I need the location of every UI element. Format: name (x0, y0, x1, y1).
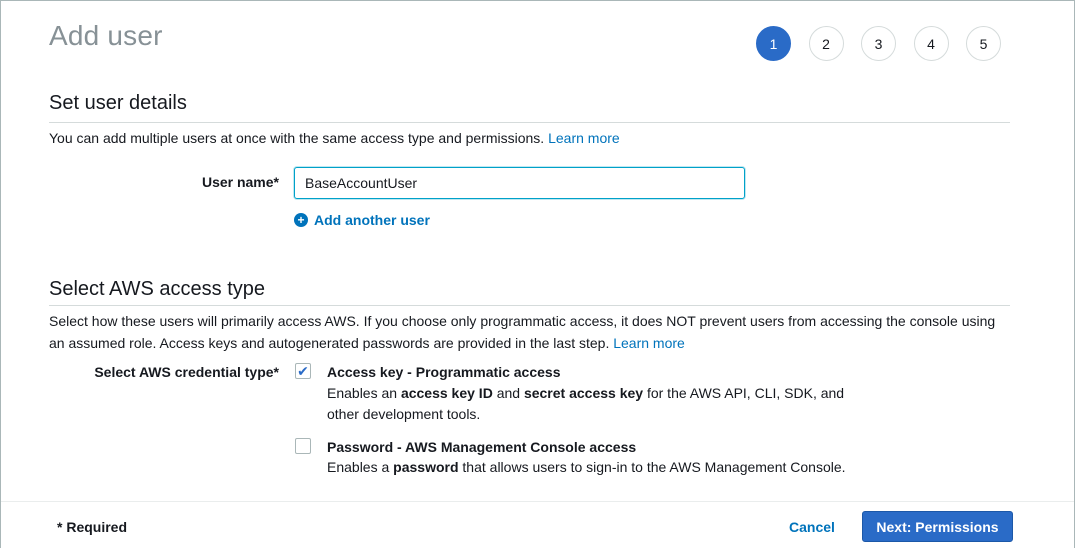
step-3[interactable]: 3 (861, 26, 896, 61)
desc-text: Enables a (327, 459, 394, 475)
access-key-option-title: Access key - Programmatic access (327, 364, 561, 380)
checkmark-icon: ✔ (297, 363, 309, 379)
step-5[interactable]: 5 (966, 26, 1001, 61)
username-label: User name* (201, 174, 279, 190)
desc-emphasis: access key ID (400, 385, 493, 401)
credential-type-label: Select AWS credential type* (94, 364, 279, 380)
section-title-access-type: Select AWS access type (49, 278, 266, 300)
access-type-description: Select how these users will primarily ac… (49, 310, 1014, 354)
desc-text: Enables an (327, 385, 401, 401)
access-type-description-text: Select how these users will primarily ac… (49, 313, 996, 351)
step-4[interactable]: 4 (913, 26, 949, 61)
user-details-description: You can add multiple users at once with … (49, 127, 1014, 149)
divider (49, 122, 1010, 123)
access-key-checkbox[interactable]: ✔ (295, 363, 311, 379)
desc-text: that allows users to sign-in to the AWS … (458, 459, 846, 475)
step-indicator: 1 2 3 4 5 (756, 26, 1019, 61)
required-note: * Required (57, 519, 128, 535)
password-option-title: Password - AWS Management Console access (327, 439, 637, 455)
desc-emphasis: secret access key (523, 385, 644, 401)
username-input[interactable] (294, 167, 745, 199)
user-details-description-text: You can add multiple users at once with … (49, 130, 545, 146)
add-another-user-button[interactable]: + Add another user (294, 212, 430, 228)
password-option-description: Enables a password that allows users to … (327, 457, 887, 478)
add-another-user-label: Add another user (314, 212, 430, 228)
next-permissions-button[interactable]: Next: Permissions (862, 511, 1013, 542)
section-title-user-details: Set user details (49, 92, 187, 114)
divider (49, 305, 1010, 306)
learn-more-link[interactable]: Learn more (548, 130, 620, 146)
access-key-option-description: Enables an access key ID and secret acce… (327, 383, 867, 425)
learn-more-link[interactable]: Learn more (613, 335, 685, 351)
cancel-button[interactable]: Cancel (789, 519, 835, 535)
step-1[interactable]: 1 (756, 26, 791, 61)
password-checkbox[interactable] (295, 438, 311, 454)
plus-circle-icon: + (294, 213, 308, 227)
desc-text: and (492, 385, 524, 401)
step-2[interactable]: 2 (808, 26, 844, 61)
add-user-dialog: Add user 1 2 3 4 5 Set user details You … (0, 0, 1075, 548)
page-title: Add user (49, 20, 163, 51)
desc-emphasis: password (393, 459, 459, 475)
